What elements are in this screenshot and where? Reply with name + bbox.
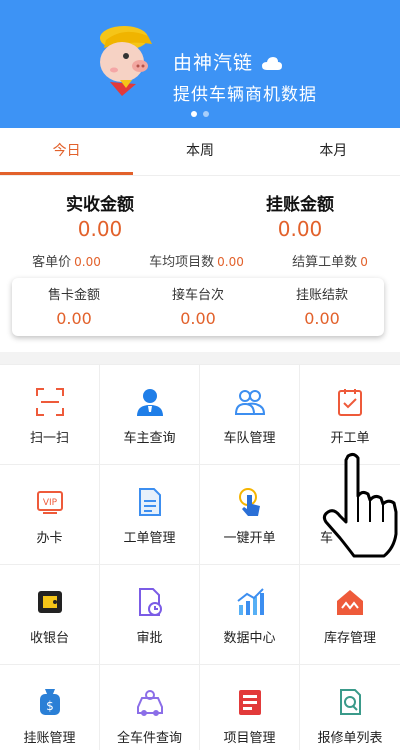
- svg-text:VIP: VIP: [43, 498, 58, 508]
- menu-item-work-order[interactable]: 开工单: [300, 365, 400, 465]
- carousel-dot[interactable]: [191, 111, 197, 117]
- credit-settled-label: 挂账结款: [295, 288, 348, 303]
- pickups-label: 接车台次: [171, 288, 224, 303]
- carousel-indicator: [0, 111, 400, 117]
- summary-main: 实收金额 0.00 挂账金额 0.00: [0, 190, 400, 241]
- menu-label: 车队管理: [223, 431, 276, 446]
- scan-icon: [36, 388, 64, 416]
- pickups-value: 0.00: [180, 309, 216, 328]
- tab-this-month[interactable]: 本月: [267, 128, 400, 175]
- menu-label: 库存管理: [323, 631, 376, 646]
- received-amount-value: 0.00: [77, 217, 123, 241]
- settled-orders-label: 结算工单数: [292, 255, 358, 270]
- received-amount: 实收金额 0.00: [0, 190, 200, 241]
- order-manage-icon: [139, 488, 161, 516]
- settled-orders-value: 0: [360, 255, 368, 269]
- received-amount-label: 实收金额: [66, 195, 134, 215]
- menu-item-order-manage[interactable]: 工单管理: [100, 465, 200, 565]
- menu-item-inventory[interactable]: 库存管理: [300, 565, 400, 665]
- per-order-label: 客单价: [32, 255, 72, 270]
- menu-item-approval[interactable]: 审批: [100, 565, 200, 665]
- credit-amount: 挂账金额 0.00: [200, 190, 400, 241]
- app-screen: 由神汽链 提供车辆商机数据 今日 本周 本月 实收金额 0.00 挂账金额 0.…: [0, 0, 400, 750]
- credit-settled-value: 0.00: [304, 309, 340, 328]
- banner-headline: 由神汽链: [173, 48, 283, 75]
- period-tabs: 今日 本周 本月: [0, 128, 400, 176]
- menu-label: 挂账管理: [23, 731, 76, 746]
- project-icon: [239, 690, 261, 715]
- section-divider: [0, 352, 400, 364]
- pickups-stat: 接车台次 0.00: [136, 278, 260, 336]
- svg-text:$: $: [46, 699, 54, 713]
- credit-settled-stat: 挂账结款 0.00: [260, 278, 384, 336]
- menu-label: 审批: [136, 631, 163, 646]
- menu-label: 收银台: [29, 631, 69, 646]
- menu-item-cashier[interactable]: 收银台: [0, 565, 100, 665]
- promo-banner[interactable]: 由神汽链 提供车辆商机数据: [0, 0, 400, 128]
- menu-label: 开工单: [330, 431, 370, 446]
- menu-label: 车: [320, 531, 334, 546]
- avg-items-value: 0.00: [217, 255, 244, 269]
- menu-label: 报修单列表: [317, 731, 383, 746]
- parts-query-icon: [137, 690, 163, 716]
- menu-item-parts-query[interactable]: 全车件查询: [100, 665, 200, 750]
- card-sales-value: 0.00: [56, 309, 92, 328]
- menu-item-scan[interactable]: 扫一扫: [0, 365, 100, 465]
- repair-list-icon: [340, 689, 361, 715]
- menu-item-project[interactable]: 项目管理: [200, 665, 300, 750]
- per-order-stat: 客单价 0.00: [32, 251, 101, 270]
- menu-item-one-click[interactable]: 一键开单: [200, 465, 300, 565]
- menu-label: 全车件查询: [116, 731, 182, 746]
- credit-amount-label: 挂账金额: [266, 195, 334, 215]
- stats-card: 售卡金额 0.00 接车台次 0.00 挂账结款 0.00: [12, 278, 384, 336]
- card-sales-label: 售卡金额: [47, 288, 100, 303]
- summary-secondary: 客单价 0.00 车均项目数 0.00 结算工单数 0: [0, 251, 400, 270]
- avg-items-stat: 车均项目数 0.00: [149, 251, 244, 270]
- menu-item-fleet[interactable]: 车队管理: [200, 365, 300, 465]
- menu-item-credit-manage[interactable]: $ 挂账管理: [0, 665, 100, 750]
- menu-item-owner-query[interactable]: 车主查询: [100, 365, 200, 465]
- inventory-icon: [337, 590, 363, 615]
- menu-label: 办卡: [36, 531, 63, 546]
- work-order-icon: [338, 389, 362, 416]
- per-order-value: 0.00: [74, 255, 101, 269]
- menu-label: 项目管理: [223, 731, 276, 746]
- owner-query-icon: [137, 389, 163, 416]
- tab-today[interactable]: 今日: [0, 128, 134, 175]
- fleet-icon: [235, 390, 265, 415]
- avg-items-label: 车均项目数: [149, 255, 215, 270]
- function-grid: 扫一扫 车主查询 车队管理 开工单 VIP 办卡 工单管理 一键开单 车 收银台…: [0, 364, 400, 750]
- menu-label: 扫一扫: [29, 431, 69, 446]
- approval-icon: [139, 588, 162, 616]
- data-center-icon: [237, 588, 264, 615]
- settled-orders-stat: 结算工单数 0: [292, 251, 368, 270]
- cloud-icon: [262, 56, 283, 70]
- mascot-illustration: [100, 26, 152, 96]
- carousel-dot[interactable]: [203, 111, 209, 117]
- car-icon: [335, 487, 365, 517]
- credit-manage-icon: $: [40, 689, 60, 715]
- cashier-icon: [38, 591, 62, 613]
- menu-label: 工单管理: [123, 531, 176, 546]
- banner-subline: 提供车辆商机数据: [173, 85, 317, 105]
- menu-item-data-center[interactable]: 数据中心: [200, 565, 300, 665]
- one-click-icon: [239, 488, 260, 516]
- tab-this-week[interactable]: 本周: [133, 128, 266, 175]
- menu-item-vip-card[interactable]: VIP 办卡: [0, 465, 100, 565]
- vip-card-icon: VIP: [37, 491, 63, 514]
- credit-amount-value: 0.00: [277, 217, 323, 241]
- card-sales-stat: 售卡金额 0.00: [12, 278, 136, 336]
- menu-item-repair-list[interactable]: 报修单列表: [300, 665, 400, 750]
- menu-item-car[interactable]: 车: [300, 465, 400, 565]
- menu-label: 一键开单: [223, 531, 276, 546]
- menu-label: 数据中心: [223, 631, 276, 646]
- menu-label: 车主查询: [123, 431, 176, 446]
